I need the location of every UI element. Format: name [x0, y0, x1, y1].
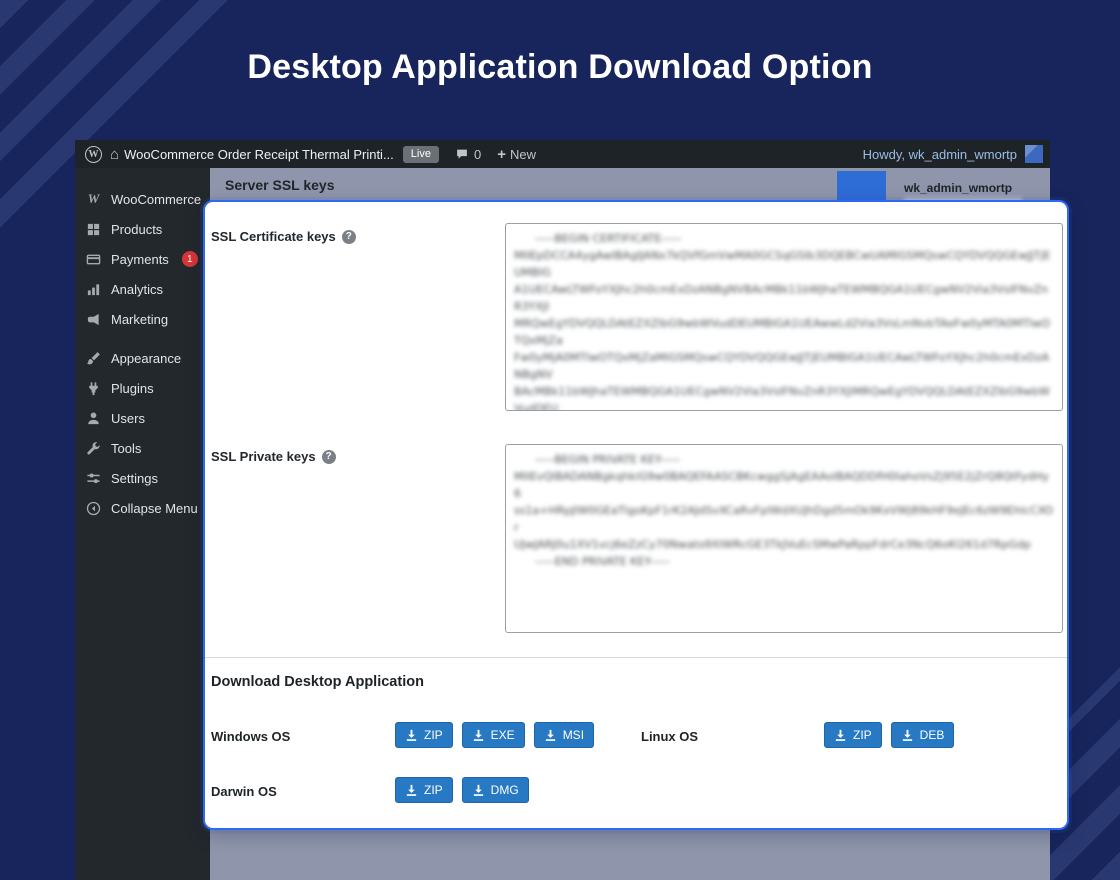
ssl-private-key-value-blurred: -----BEGIN PRIVATE KEY----- MIIEvQIBADAN…	[514, 453, 1054, 568]
download-icon	[473, 784, 483, 796]
sidebar-item-label: Payments	[111, 251, 169, 267]
page-title: Desktop Application Download Option	[247, 48, 873, 86]
marketing-megaphone-icon	[85, 312, 102, 327]
sidebar-item-marketing[interactable]: Marketing	[75, 304, 210, 334]
ssl-certificate-label: SSL Certificate keys ?	[211, 229, 356, 244]
comment-bubble-icon	[455, 148, 469, 161]
sidebar-item-label: Plugins	[111, 380, 154, 396]
admin-bar-right: Howdy, wk_admin_wmortp	[863, 145, 1050, 163]
comments-link[interactable]: 0	[455, 147, 481, 162]
tools-wrench-icon	[85, 441, 102, 456]
sidebar-item-label: Marketing	[111, 311, 169, 327]
sidebar-item-label: Users	[111, 410, 145, 426]
analytics-icon	[85, 282, 102, 297]
download-windows-exe-button[interactable]: EXE	[461, 722, 525, 748]
button-label: ZIP	[853, 728, 872, 742]
new-label: New	[509, 146, 536, 162]
label-text: SSL Certificate keys	[211, 229, 336, 244]
site-name-link[interactable]: WooCommerce Order Receipt Thermal Printi…	[124, 147, 394, 162]
button-label: EXE	[490, 728, 515, 742]
users-person-icon	[85, 411, 102, 426]
darwin-os-label: Darwin OS	[211, 784, 277, 799]
settings-sliders-icon	[85, 471, 102, 486]
download-linux-deb-button[interactable]: DEB	[890, 722, 955, 748]
download-darwin-dmg-button[interactable]: DMG	[461, 777, 529, 803]
plugins-plug-icon	[85, 381, 102, 396]
ssl-settings-panel: SSL Certificate keys ? -----BEGIN CERTIF…	[203, 200, 1069, 830]
admin-bar-avatar[interactable]	[1025, 145, 1043, 163]
sidebar-item-label: Collapse Menu	[111, 500, 198, 516]
sidebar-separator	[75, 334, 210, 343]
help-icon[interactable]: ?	[341, 229, 356, 244]
sidebar-item-woocommerce[interactable]: W WooCommerce	[75, 184, 210, 214]
darwin-download-buttons: ZIP DMG	[395, 777, 529, 803]
download-icon	[545, 729, 555, 741]
sidebar-item-appearance[interactable]: Appearance	[75, 343, 210, 373]
sidebar-item-collapse-menu[interactable]: Collapse Menu	[75, 493, 210, 523]
help-icon[interactable]: ?	[321, 449, 336, 464]
settings-page-heading: Server SSL keys	[225, 177, 335, 193]
download-icon	[406, 729, 417, 741]
sidebar-item-tools[interactable]: Tools	[75, 433, 210, 463]
download-darwin-zip-button[interactable]: ZIP	[395, 777, 453, 803]
sidebar-item-payments[interactable]: Payments 1	[75, 244, 210, 274]
sidebar-item-settings[interactable]: Settings	[75, 463, 210, 493]
download-icon	[406, 784, 417, 796]
sidebar-item-label: Appearance	[111, 350, 182, 366]
download-windows-zip-button[interactable]: ZIP	[395, 722, 453, 748]
ssl-private-key-label: SSL Private keys ?	[211, 449, 336, 464]
sidebar-item-label: WooCommerce	[111, 191, 202, 207]
sidebar-item-label: Settings	[111, 470, 158, 486]
button-label: ZIP	[424, 783, 443, 797]
products-icon	[85, 222, 102, 237]
download-icon	[835, 729, 846, 741]
admin-sidebar: W WooCommerce Products Payments 1 Analyt…	[75, 168, 210, 880]
linux-os-label: Linux OS	[641, 729, 699, 744]
woocommerce-icon: W	[87, 191, 100, 206]
sidebar-item-label: Tools	[111, 440, 142, 456]
wordpress-logo-icon[interactable]: W	[85, 145, 102, 163]
ssl-certificate-textarea[interactable]: -----BEGIN CERTIFICATE----- MIIEpDCCA4yg…	[505, 223, 1063, 411]
windows-os-label: Windows OS	[211, 729, 291, 744]
download-icon	[473, 729, 483, 741]
comments-count: 0	[473, 146, 482, 162]
payments-icon	[85, 252, 102, 267]
page: Desktop Application Download Option W ⌂ …	[0, 0, 1120, 880]
ssl-certificate-value-blurred: -----BEGIN CERTIFICATE----- MIIEpDCCA4yg…	[514, 232, 1051, 411]
new-content-link[interactable]: + New	[497, 147, 536, 162]
sidebar-item-label: Analytics	[111, 281, 164, 297]
linux-download-buttons: ZIP DEB	[824, 722, 955, 748]
sidebar-item-plugins[interactable]: Plugins	[75, 373, 210, 403]
sidebar-item-label: Products	[111, 221, 163, 237]
download-icon	[902, 729, 912, 741]
sidebar-item-analytics[interactable]: Analytics	[75, 274, 210, 304]
sidebar-item-users[interactable]: Users	[75, 403, 210, 433]
ssl-private-key-textarea[interactable]: -----BEGIN PRIVATE KEY----- MIIEvQIBADAN…	[505, 444, 1063, 633]
payments-count-badge: 1	[181, 251, 198, 267]
button-label: MSI	[562, 728, 585, 742]
download-section-heading: Download Desktop Application	[211, 674, 424, 690]
section-divider	[205, 657, 1067, 658]
label-text: SSL Private keys	[211, 449, 316, 464]
collapse-menu-icon	[85, 501, 102, 516]
plus-icon: +	[497, 145, 506, 163]
home-icon: ⌂	[110, 145, 120, 163]
download-windows-msi-button[interactable]: MSI	[533, 722, 595, 748]
sidebar-item-products[interactable]: Products	[75, 214, 210, 244]
account-username: wk_admin_wmortp	[904, 181, 1013, 195]
live-badge: Live	[402, 145, 439, 163]
wp-admin-bar: W ⌂ WooCommerce Order Receipt Thermal Pr…	[75, 140, 1050, 168]
button-label: DMG	[490, 783, 519, 797]
windows-download-buttons: ZIP EXE MSI	[395, 722, 595, 748]
appearance-brush-icon	[85, 351, 102, 366]
button-label: ZIP	[424, 728, 443, 742]
button-label: DEB	[919, 728, 945, 742]
download-linux-zip-button[interactable]: ZIP	[824, 722, 882, 748]
howdy-account-link[interactable]: Howdy, wk_admin_wmortp	[863, 147, 1017, 162]
